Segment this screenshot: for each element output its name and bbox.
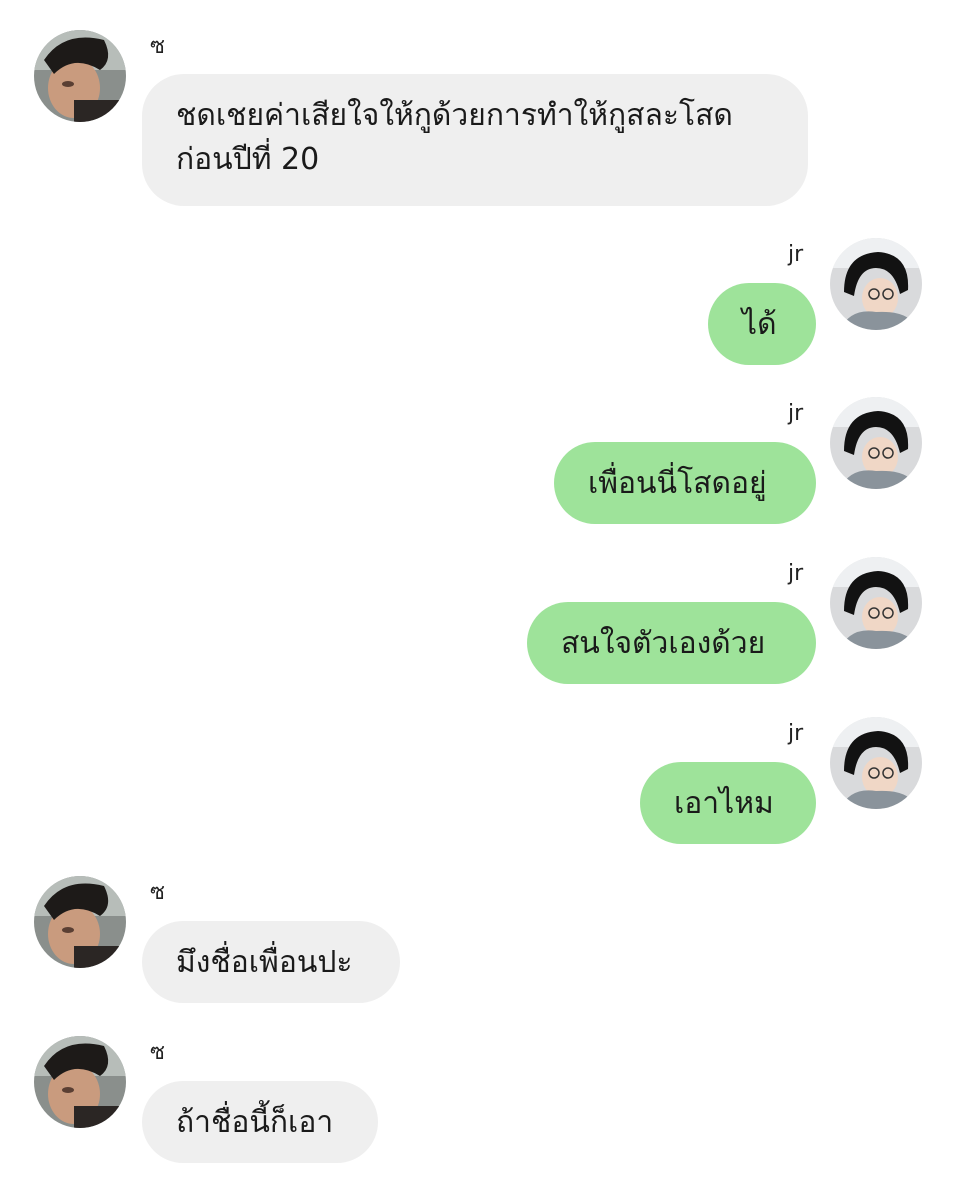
sender-name: jr [788,242,804,267]
avatar-icon[interactable] [830,717,922,809]
sender-name: jr [788,561,804,586]
avatar-icon[interactable] [34,1036,126,1128]
profile-photo-icon [830,238,922,330]
avatar-icon[interactable] [830,238,922,330]
profile-photo-icon [830,397,922,489]
profile-photo-icon [830,557,922,649]
sender-name: jr [788,401,804,426]
message-bubble[interactable]: ถ้าชื่อนี้ก็เอา [142,1081,378,1163]
profile-photo-icon [34,1036,126,1128]
avatar-icon[interactable] [830,557,922,649]
avatar-icon[interactable] [830,397,922,489]
sender-name: ซ [150,34,165,59]
avatar-icon[interactable] [34,876,126,968]
sender-name: ซ [150,1040,165,1065]
message-bubble[interactable]: ชดเชยค่าเสียใจให้กูด้วยการทำให้กูสละโสด … [142,74,808,206]
sender-name: ซ [150,880,165,905]
profile-photo-icon [34,876,126,968]
message-bubble[interactable]: เอาไหม [640,762,816,844]
message-bubble[interactable]: สนใจตัวเองด้วย [527,602,816,684]
profile-photo-icon [34,30,126,122]
sender-name: jr [788,721,804,746]
message-bubble[interactable]: ได้ [708,283,816,365]
message-bubble[interactable]: มึงชื่อเพื่อนปะ [142,921,400,1003]
avatar-icon[interactable] [34,30,126,122]
profile-photo-icon [830,717,922,809]
message-bubble[interactable]: เพื่อนนี่โสดอยู่ [554,442,816,524]
